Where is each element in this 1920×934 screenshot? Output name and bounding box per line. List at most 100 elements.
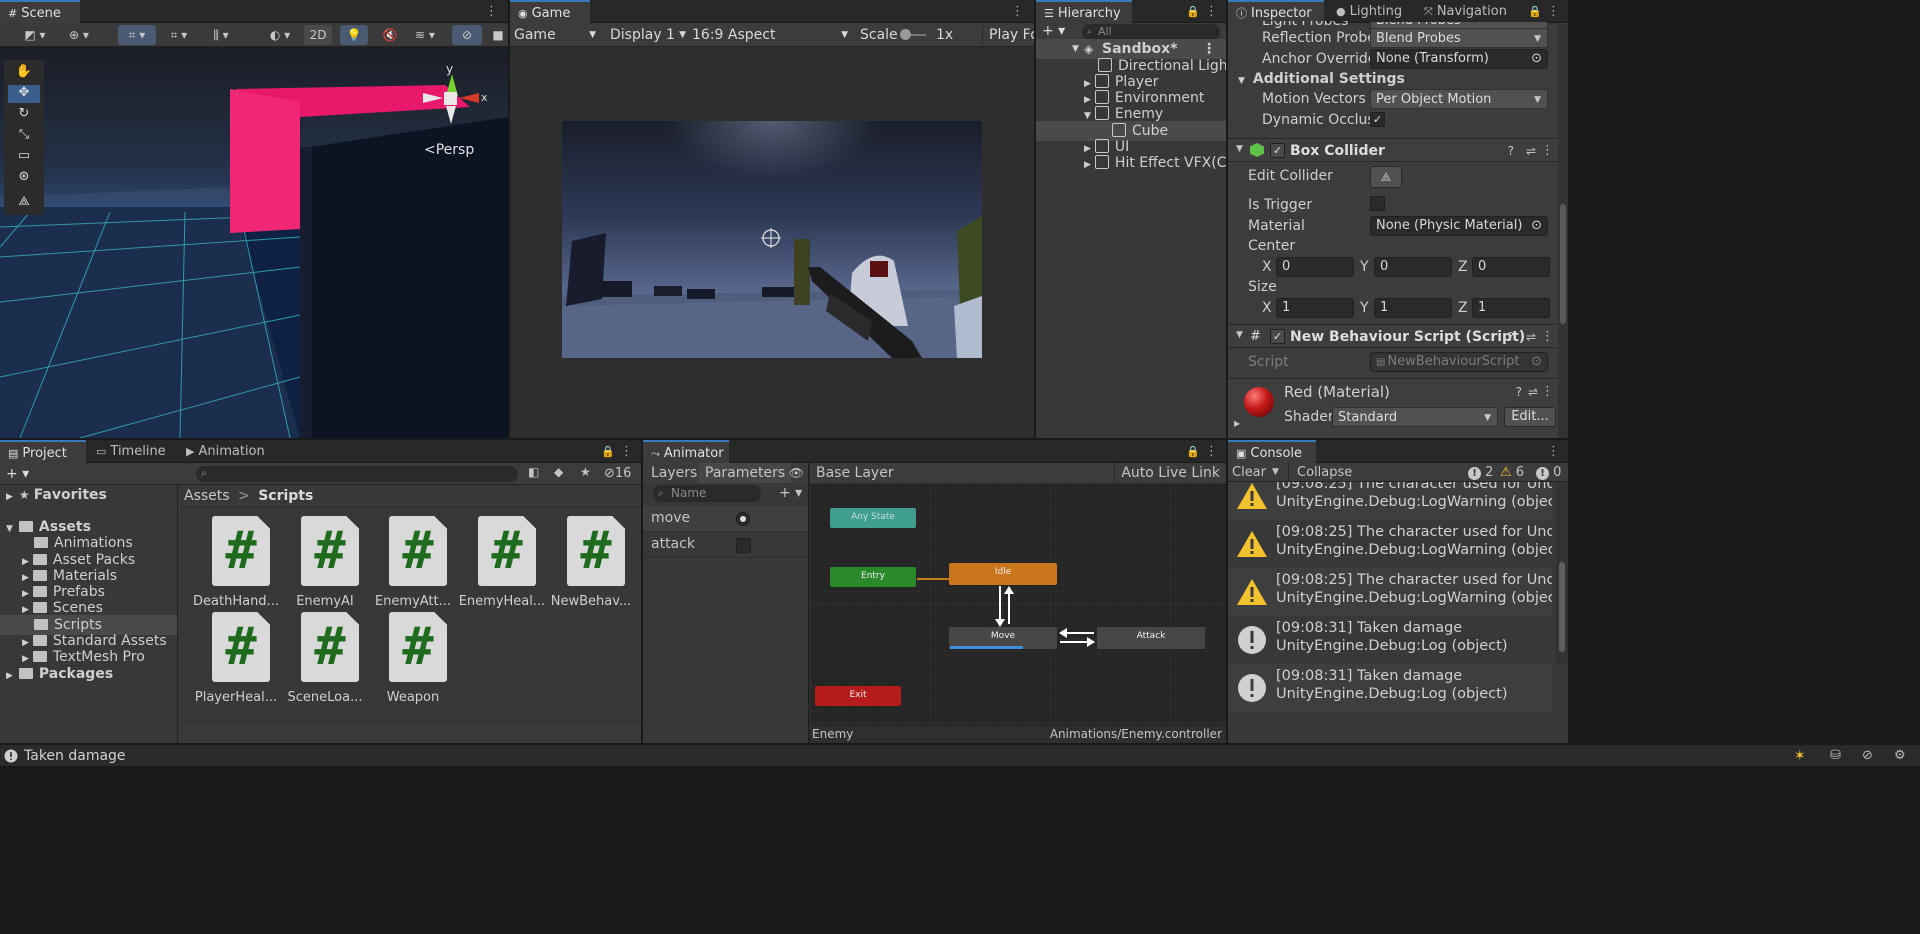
effects-toggle-icon[interactable]: ≋ ▾ (408, 25, 442, 45)
parameter-row-move[interactable]: move (643, 506, 808, 532)
hand-tool-icon[interactable]: ✋ (8, 64, 40, 82)
project-search-input[interactable]: ⌕ (196, 466, 518, 482)
shading-mode-button[interactable]: ◐ ▾ (262, 25, 298, 45)
log-entry-warning[interactable]: [09:08:25] The character used for Underl… (1228, 482, 1552, 520)
bool-checkbox[interactable] (736, 538, 751, 553)
game-menu-icon[interactable]: ⋮ (1011, 0, 1024, 23)
state-any-state[interactable]: Any State (830, 508, 916, 528)
additional-settings-foldout[interactable]: ▼ Additional Settings (1238, 69, 1405, 89)
lighting-progress-icon[interactable]: ✶ (1794, 745, 1806, 767)
inspector-menu-icon[interactable]: ⋮ (1547, 0, 1560, 23)
dynamic-occlusion-checkbox[interactable]: ✓ (1370, 112, 1385, 127)
component-menu-icon[interactable]: ⋮ (1541, 141, 1554, 161)
file-item[interactable]: # EnemyAtt... (363, 512, 463, 622)
center-x-field[interactable]: 0 (1276, 257, 1354, 277)
create-button[interactable]: + ▾ (1042, 23, 1065, 39)
expand-arrow-icon[interactable]: ▶ (22, 605, 29, 615)
tab-layers[interactable]: Layers (651, 463, 697, 483)
expand-arrow-icon[interactable]: ▼ (1236, 330, 1243, 340)
help-icon[interactable]: ? (1508, 141, 1514, 161)
tree-favorites[interactable]: ▶ ★ Favorites (6, 485, 107, 505)
play-focused-dropdown[interactable]: Play Foc (982, 25, 1034, 45)
grid-snap-button[interactable]: ⌗ ▾ (118, 25, 156, 45)
parameter-row-attack[interactable]: attack (643, 532, 808, 558)
hierarchy-menu-icon[interactable]: ⋮ (1205, 0, 1218, 23)
hidden-objects-icon[interactable]: ⊘ (452, 25, 482, 45)
clear-button[interactable]: Clear (1232, 463, 1266, 482)
is-trigger-checkbox[interactable] (1370, 196, 1385, 211)
trigger-radio[interactable] (736, 512, 750, 526)
game-mode-dropdown[interactable]: Game ▼ (514, 25, 598, 45)
add-parameter-button[interactable]: + ▾ (779, 483, 802, 503)
state-idle[interactable]: Idle (949, 563, 1057, 585)
lock-icon[interactable]: 🔒 (601, 440, 615, 463)
display-dropdown[interactable]: Display 1 ▼ (610, 25, 686, 45)
expand-arrow-icon[interactable]: ▶ (1084, 160, 1091, 170)
scale-slider-handle[interactable] (900, 29, 911, 40)
anchor-override-field[interactable]: None (Transform) ⊙ (1370, 49, 1548, 69)
presets-icon[interactable]: ⇌ (1526, 141, 1536, 161)
edit-collider-tool-icon[interactable]: ⟁ (8, 194, 40, 212)
search-by-label-icon[interactable]: ◆ (554, 465, 563, 479)
game-view[interactable] (562, 121, 982, 358)
center-z-field[interactable]: 0 (1472, 257, 1550, 277)
inspector-scroll-thumb[interactable] (1560, 204, 1566, 324)
cache-server-icon[interactable]: ⛁ (1830, 745, 1841, 767)
shader-dropdown[interactable]: Standard ▼ (1332, 407, 1498, 427)
presets-icon[interactable]: ⇌ (1526, 327, 1536, 347)
tab-parameters[interactable]: Parameters (699, 463, 792, 483)
warning-toggle[interactable]: ⚠ 6 (1500, 463, 1524, 482)
breadcrumb-assets[interactable]: Assets (184, 488, 230, 504)
hierarchy-search-input[interactable]: ⌕ All (1082, 24, 1220, 40)
status-message[interactable]: Taken damage (24, 745, 126, 767)
eye-icon[interactable]: 👁 (789, 463, 804, 483)
collapse-button[interactable]: Collapse (1288, 463, 1360, 482)
object-picker-icon[interactable]: ⊙ (1531, 50, 1542, 68)
file-item[interactable]: # EnemyAI (275, 512, 375, 622)
expand-arrow-icon[interactable]: ▼ (6, 524, 13, 534)
help-icon[interactable]: ? (1516, 385, 1522, 399)
expand-arrow-icon[interactable]: ▶ (1234, 419, 1240, 428)
log-toggle[interactable]: ! 0 (1536, 463, 1561, 482)
state-exit[interactable]: Exit (815, 686, 901, 706)
expand-arrow-icon[interactable]: ▼ (1084, 111, 1091, 121)
lighting-toggle-icon[interactable]: 💡 (340, 25, 368, 45)
state-attack[interactable]: Attack (1097, 627, 1205, 649)
expand-arrow-icon[interactable]: ▶ (6, 671, 13, 681)
tab-console[interactable]: ▣ Console (1228, 440, 1316, 463)
scale-tool-icon[interactable]: ⤡ (8, 127, 40, 145)
tab-animation[interactable]: ▶ Animation (178, 440, 273, 463)
clear-options-dropdown[interactable]: ▼ (1272, 463, 1279, 482)
error-toggle[interactable]: ! 2 (1468, 463, 1493, 482)
lock-icon[interactable]: 🔒 (1528, 0, 1542, 23)
favorites-star-icon[interactable]: ★ (580, 465, 591, 479)
tab-timeline[interactable]: ▭ Timeline (88, 440, 174, 463)
hierarchy-item-cube[interactable]: Cube (1036, 121, 1226, 141)
console-scrollbar[interactable] (1556, 482, 1568, 665)
tab-animator[interactable]: ⤳ Animator (643, 440, 729, 463)
motion-vectors-dropdown[interactable]: Per Object Motion ▼ (1370, 89, 1548, 109)
file-item[interactable]: # DeathHand... (186, 512, 286, 622)
file-item[interactable]: # Weapon (363, 608, 463, 718)
file-item[interactable]: # PlayerHeal... (186, 608, 286, 718)
size-z-field[interactable]: 1 (1472, 298, 1550, 318)
global-toggle-button[interactable]: ⊕ ▾ (60, 25, 98, 45)
persp-label-overlay[interactable]: <Persp (424, 142, 474, 158)
object-picker-icon[interactable]: ⊙ (1531, 217, 1542, 235)
move-tool-icon[interactable]: ✥ (8, 85, 40, 103)
expand-arrow-icon[interactable]: ▼ (1236, 144, 1243, 154)
rotate-tool-icon[interactable]: ↻ (8, 106, 40, 124)
aspect-dropdown[interactable]: 16:9 Aspect ▼ (692, 25, 850, 45)
component-menu-icon[interactable]: ⋮ (1541, 327, 1554, 347)
tab-lighting[interactable]: ● Lighting (1328, 0, 1410, 23)
mode-2d-button[interactable]: 2D (304, 25, 332, 45)
grid-visibility-button[interactable]: ⌗ ▾ (160, 25, 198, 45)
breadcrumb-scripts[interactable]: Scripts (258, 488, 313, 504)
draw-mode-button[interactable]: ◩ ▾ (16, 25, 54, 45)
tab-inspector[interactable]: ⓘ Inspector (1228, 0, 1324, 23)
center-y-field[interactable]: 0 (1374, 257, 1452, 277)
lock-icon[interactable]: 🔒 (1186, 440, 1200, 463)
animator-menu-icon[interactable]: ⋮ (1205, 440, 1218, 463)
expand-arrow-icon[interactable]: ▼ (1072, 39, 1079, 59)
tab-navigation[interactable]: ⤧ Navigation (1416, 0, 1515, 23)
